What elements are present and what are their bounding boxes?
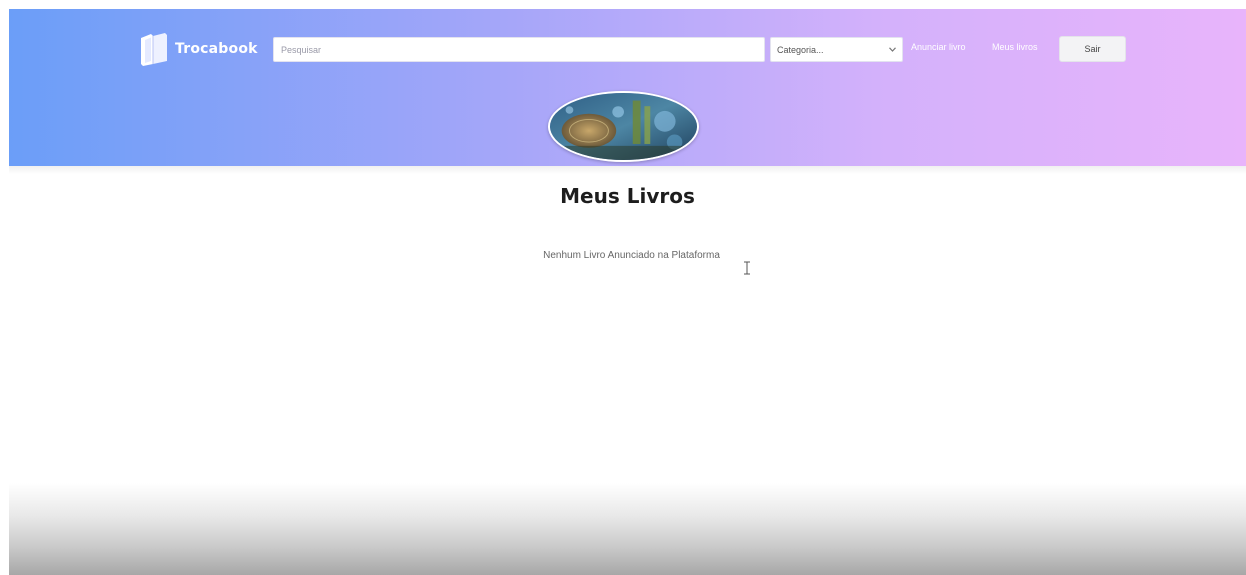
text-cursor-icon [744,261,750,275]
brand-logo[interactable]: Trocabook [137,32,258,66]
page-footer [9,483,1246,575]
page-title: Meus Livros [560,184,695,208]
logout-button[interactable]: Sair [1059,36,1126,62]
chevron-down-icon [889,47,896,52]
site-header: Trocabook Categoria... Anunciar livro Me… [9,9,1246,166]
book-stack-icon [141,33,167,66]
nav-link-anunciar-livro[interactable]: Anunciar livro [911,42,966,52]
empty-state-message: Nenhum Livro Anunciado na Plataforma [543,250,720,261]
category-selected-value: Categoria... [777,44,824,55]
avatar-image [550,93,697,160]
nav-link-meus-livros[interactable]: Meus livros [992,42,1038,52]
search-input[interactable] [273,37,765,62]
brand-name: Trocabook [175,41,258,57]
category-select[interactable]: Categoria... [770,37,903,62]
app-window: Trocabook Categoria... Anunciar livro Me… [9,9,1246,575]
header-shadow [9,166,1246,174]
profile-avatar[interactable] [548,91,699,162]
